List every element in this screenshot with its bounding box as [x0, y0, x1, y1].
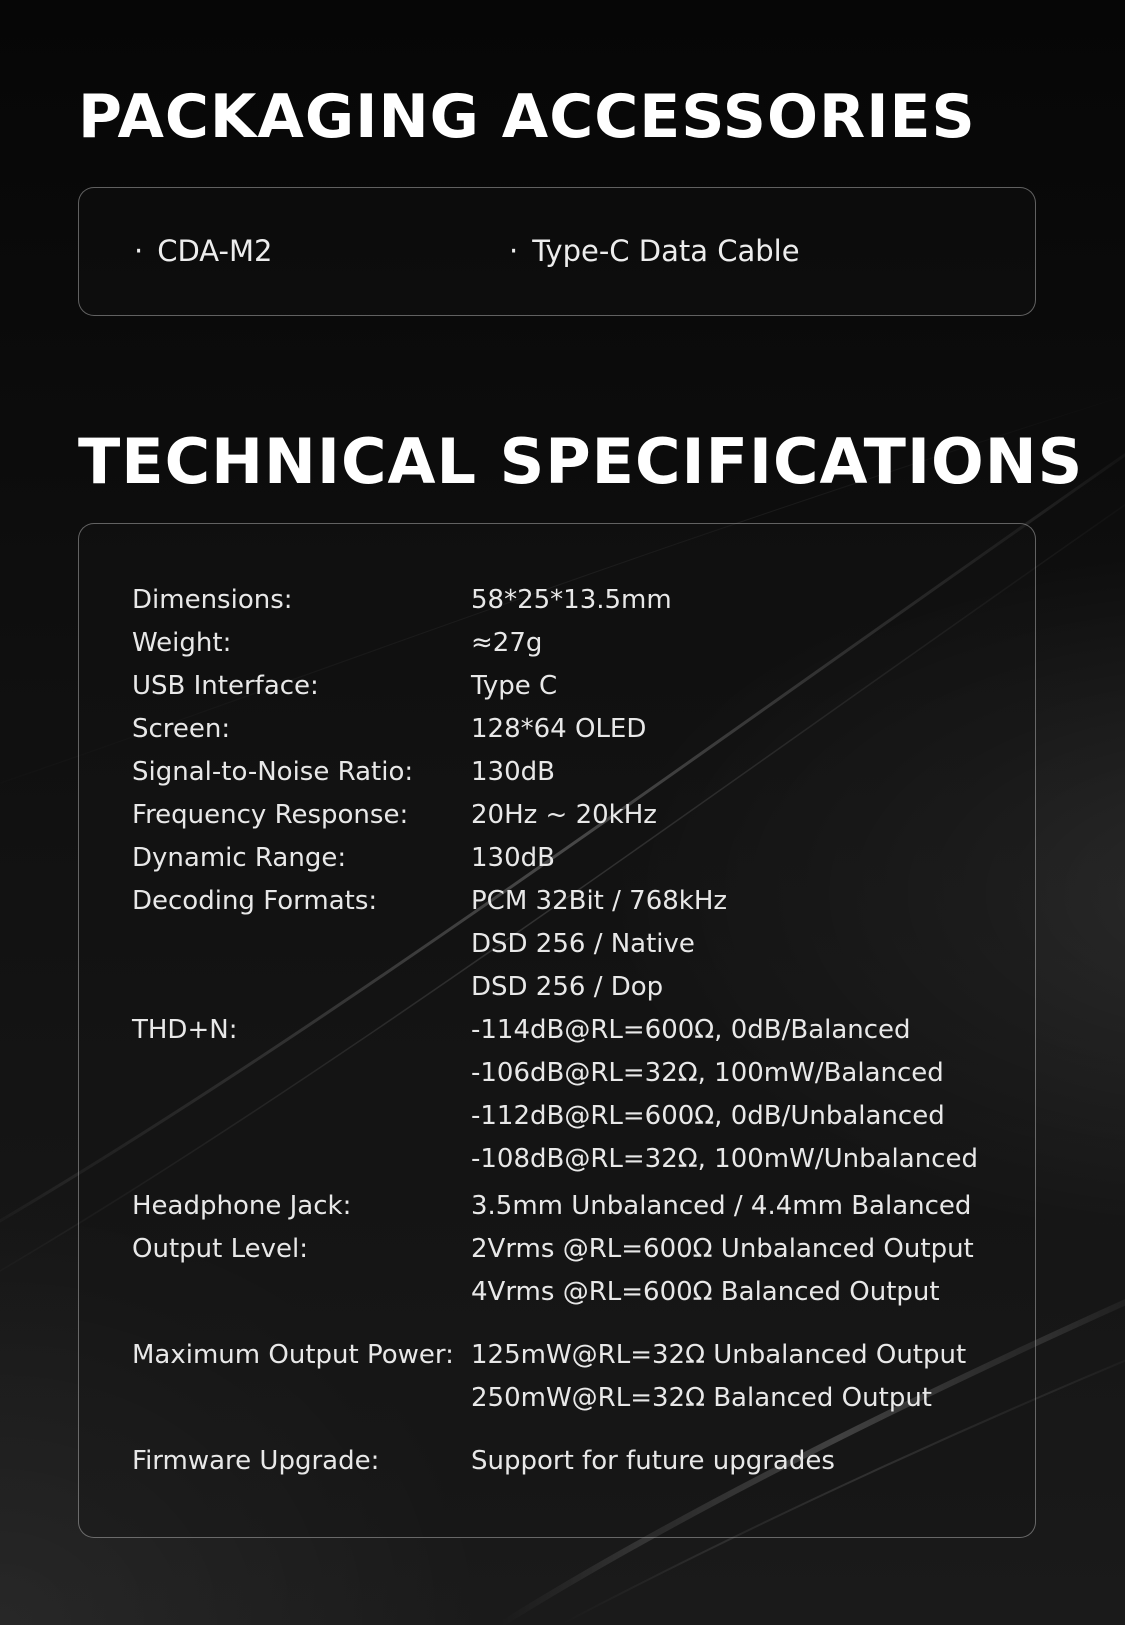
- spec-value: ≈27g: [471, 628, 543, 658]
- spec-row: Headphone Jack: 3.5mm Unbalanced / 4.4mm …: [132, 1185, 1012, 1228]
- packaging-item-label: CDA-M2: [157, 234, 273, 268]
- spec-value: 250mW@RL=32Ω Balanced Output: [471, 1383, 932, 1413]
- spec-label: Frequency Response:: [132, 800, 409, 830]
- spec-label: Decoding Formats:: [132, 886, 378, 916]
- spec-value: 128*64 OLED: [471, 714, 647, 744]
- spec-value: 2Vrms @RL=600Ω Unbalanced Output: [471, 1234, 974, 1264]
- spec-label: Headphone Jack:: [132, 1191, 352, 1221]
- spec-values: Support for future upgrades: [471, 1440, 1012, 1483]
- spec-label: USB Interface:: [132, 671, 319, 701]
- packaging-item-label: Type-C Data Cable: [532, 234, 800, 268]
- spec-row: Output Level: 2Vrms @RL=600Ω Unbalanced O…: [132, 1228, 1012, 1314]
- packaging-title: PACKAGING ACCESSORIES: [78, 82, 976, 152]
- spec-row: THD+N: -114dB@RL=600Ω, 0dB/Balanced -106dB…: [132, 1009, 1012, 1181]
- spec-values: 2Vrms @RL=600Ω Unbalanced Output 4Vrms @R…: [471, 1228, 1012, 1314]
- spec-values: 20Hz ~ 20kHz: [471, 794, 1012, 837]
- spec-label: Weight:: [132, 628, 232, 658]
- spec-value: -112dB@RL=600Ω, 0dB/Unbalanced: [471, 1101, 945, 1131]
- spec-row: Maximum Output Power: 125mW@RL=32Ω Unbala…: [132, 1334, 1012, 1420]
- spec-value: 4Vrms @RL=600Ω Balanced Output: [471, 1277, 940, 1307]
- spec-row: Dimensions: 58*25*13.5mm: [132, 579, 1012, 622]
- specs-title: TECHNICAL SPECIFICATIONS: [78, 425, 1084, 498]
- spec-label: Maximum Output Power:: [132, 1340, 454, 1370]
- packaging-panel: · CDA-M2 · Type-C Data Cable: [78, 187, 1036, 316]
- spec-value: 3.5mm Unbalanced / 4.4mm Balanced: [471, 1191, 972, 1221]
- spec-values: 125mW@RL=32Ω Unbalanced Output 250mW@RL=3…: [471, 1334, 1012, 1420]
- specs-list: Dimensions: 58*25*13.5mm Weight: ≈27g USB In…: [132, 579, 1012, 1483]
- spec-values: 58*25*13.5mm: [471, 579, 1012, 622]
- packaging-item: · CDA-M2: [134, 234, 272, 268]
- packaging-item: · Type-C Data Cable: [509, 234, 800, 268]
- spec-label: Firmware Upgrade:: [132, 1446, 380, 1476]
- specs-panel: Dimensions: 58*25*13.5mm Weight: ≈27g USB In…: [78, 523, 1036, 1538]
- spec-value: -106dB@RL=32Ω, 100mW/Balanced: [471, 1058, 944, 1088]
- spec-label: Dimensions:: [132, 585, 293, 615]
- spec-label: THD+N:: [132, 1015, 238, 1045]
- spec-values: 130dB: [471, 751, 1012, 794]
- spec-row: USB Interface: Type C: [132, 665, 1012, 708]
- spec-row: Firmware Upgrade: Support for future upgr…: [132, 1440, 1012, 1483]
- spec-value: DSD 256 / Dop: [471, 972, 664, 1002]
- spec-value: -108dB@RL=32Ω, 100mW/Unbalanced: [471, 1144, 978, 1174]
- spec-value: -114dB@RL=600Ω, 0dB/Balanced: [471, 1015, 911, 1045]
- spec-row: Weight: ≈27g: [132, 622, 1012, 665]
- spec-values: Type C: [471, 665, 1012, 708]
- spec-values: -114dB@RL=600Ω, 0dB/Balanced -106dB@RL=32…: [471, 1009, 1012, 1181]
- spec-row: Screen: 128*64 OLED: [132, 708, 1012, 751]
- bullet-icon: ·: [509, 234, 519, 268]
- spec-values: 130dB: [471, 837, 1012, 880]
- spec-value: PCM 32Bit / 768kHz: [471, 886, 728, 916]
- spec-values: ≈27g: [471, 622, 1012, 665]
- spec-value: 20Hz ~ 20kHz: [471, 800, 657, 830]
- spec-value: 125mW@RL=32Ω Unbalanced Output: [471, 1340, 967, 1370]
- spec-value: DSD 256 / Native: [471, 929, 695, 959]
- spec-label: Signal-to-Noise Ratio:: [132, 757, 414, 787]
- spec-value: Type C: [471, 671, 558, 701]
- spec-values: PCM 32Bit / 768kHz DSD 256 / Native DSD 25…: [471, 880, 1012, 1009]
- spec-row: Frequency Response: 20Hz ~ 20kHz: [132, 794, 1012, 837]
- spec-label: Screen:: [132, 714, 231, 744]
- spec-row: Signal-to-Noise Ratio: 130dB: [132, 751, 1012, 794]
- spec-values: 128*64 OLED: [471, 708, 1012, 751]
- spec-label: Dynamic Range:: [132, 843, 347, 873]
- spec-value: 130dB: [471, 843, 555, 873]
- spec-value: 58*25*13.5mm: [471, 585, 672, 615]
- spec-value: Support for future upgrades: [471, 1446, 835, 1476]
- spec-value: 130dB: [471, 757, 555, 787]
- spec-row: Decoding Formats: PCM 32Bit / 768kHz DSD 2…: [132, 880, 1012, 1009]
- spec-row: Dynamic Range: 130dB: [132, 837, 1012, 880]
- bullet-icon: ·: [134, 234, 144, 268]
- spec-label: Output Level:: [132, 1234, 308, 1264]
- spec-values: 3.5mm Unbalanced / 4.4mm Balanced: [471, 1185, 1012, 1228]
